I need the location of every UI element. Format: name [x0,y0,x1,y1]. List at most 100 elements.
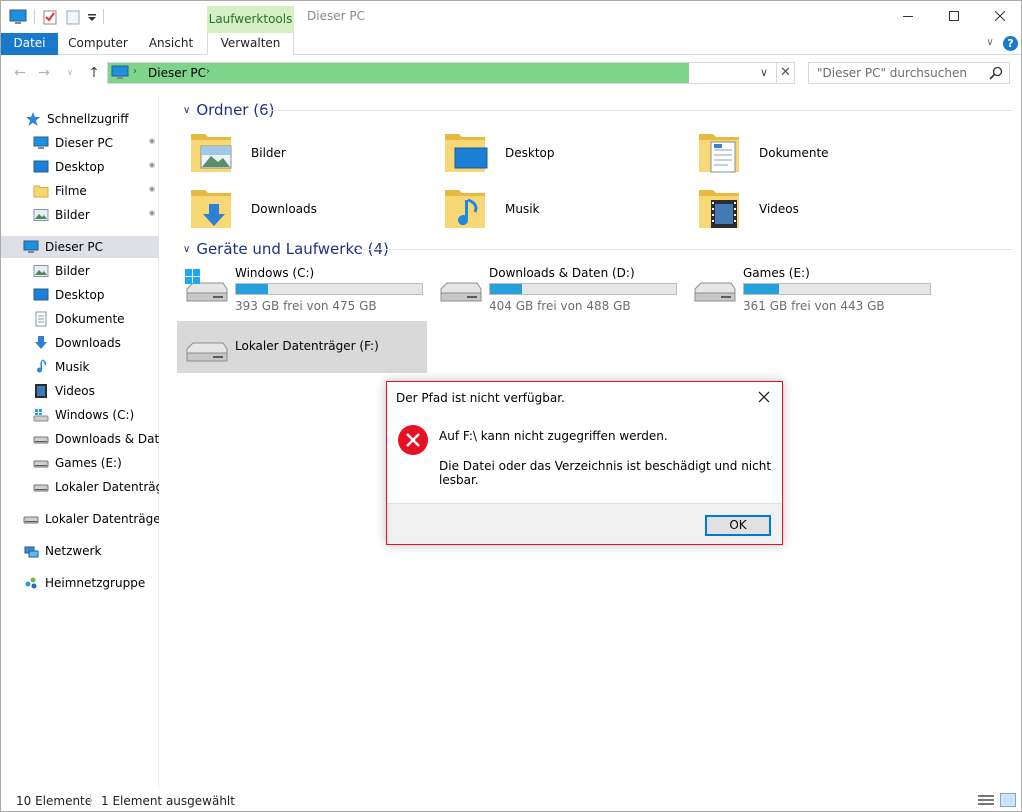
sidebar-item[interactable]: Dieser PC [1,236,159,258]
network-icon [24,546,39,558]
address-history-dropdown-icon[interactable]: ∨ [760,66,768,79]
drive-tile[interactable]: Lokaler Datenträger (F:) [177,321,427,373]
sidebar-item-label: Bilder [55,208,90,222]
drive-icon [33,460,49,468]
drive-tile[interactable]: Downloads & Daten (D:) 404 GB frei von 48… [431,261,681,313]
pin-icon[interactable]: ◉ [149,137,155,145]
tab-datei[interactable]: Datei [1,33,58,55]
pin-icon[interactable]: ◉ [149,209,155,217]
expand-ribbon-icon[interactable]: ∨ [983,36,997,50]
breadcrumb-chevron-icon[interactable]: › [206,66,210,77]
sidebar-item-label: Lokaler Datenträger ( [45,512,159,526]
drive-name: Games (E:) [743,266,810,280]
breadcrumb-chevron-icon[interactable]: › [133,66,137,77]
close-icon[interactable] [755,388,773,406]
sidebar-item-label: Desktop [55,160,105,174]
drive-free-space: 361 GB frei von 443 GB [743,299,885,313]
sidebar-item[interactable]: Heimnetzgruppe [1,572,159,594]
folder-label: Videos [759,202,799,216]
sidebar-item[interactable]: Windows (C:) [1,404,159,426]
drive-icon [440,282,482,302]
error-dialog: Der Pfad ist nicht verfügbar. Auf F:\ ka… [386,381,783,545]
sidebar-item-label: Downloads [55,336,121,350]
pictures-icon [33,209,49,221]
title-bar: Laufwerktools Dieser PC [1,1,1021,33]
ok-button[interactable]: OK [705,515,771,536]
toolbar-separator [103,9,104,24]
sidebar-item-label: Desktop [55,288,105,302]
sidebar-item[interactable]: Downloads [1,332,159,354]
stop-loading-icon[interactable]: ✕ [777,62,795,84]
sidebar-item[interactable]: Filme ◉ [1,180,159,202]
drive-usage-bar [235,283,423,295]
properties-icon[interactable] [42,8,58,26]
sidebar-item[interactable]: Desktop ◉ [1,156,159,178]
sidebar-item[interactable]: Dokumente [1,308,159,330]
folder-tile[interactable]: Dokumente [687,128,937,180]
sidebar-item[interactable]: Bilder ◉ [1,204,159,226]
sidebar-item[interactable]: Desktop [1,284,159,306]
dialog-title: Der Pfad ist nicht verfügbar. [396,391,565,405]
ok-button-label: OK [729,518,747,532]
breadcrumb-item[interactable]: Dieser PC [148,66,206,80]
folder-tile[interactable]: Downloads [179,184,429,236]
tab-verwalten[interactable]: Verwalten [207,33,294,55]
desktop-icon [33,288,49,301]
address-row: ← → ∨ ↑ › Dieser PC › ∨ ✕ "Dieser PC" du… [1,56,1021,90]
folder-label: Musik [505,202,540,216]
pin-icon[interactable]: ◉ [149,161,155,169]
maximize-button[interactable] [931,1,977,31]
sidebar-item-label: Windows (C:) [55,408,135,422]
sidebar-item[interactable]: Downloads & Daten [1,428,159,450]
sidebar-item[interactable]: Schnellzugriff [1,108,159,130]
chevron-down-icon[interactable]: ∨ [183,105,190,116]
folder-tile[interactable]: Videos [687,184,937,236]
details-view-icon[interactable] [978,794,994,806]
context-tab-header: Laufwerktools [207,6,294,33]
forward-arrow-icon[interactable]: → [35,65,53,81]
up-arrow-icon[interactable]: ↑ [85,65,103,81]
sidebar-item[interactable]: Dieser PC ◉ [1,132,159,154]
folder-tile[interactable]: Desktop [433,128,683,180]
homegroup-icon [25,577,37,589]
computer-icon [111,65,129,79]
address-bar[interactable]: › Dieser PC › ∨ [107,62,777,84]
folder-tile[interactable]: Bilder [179,128,429,180]
drive-tile[interactable]: Games (E:) 361 GB frei von 443 GB [685,261,935,313]
search-icon[interactable] [989,66,1003,80]
downloads-folder-icon [191,190,231,228]
minimize-button[interactable] [885,1,931,31]
tab-computer[interactable]: Computer [61,33,135,55]
sidebar-item[interactable]: Musik [1,356,159,378]
help-icon[interactable]: ? [1003,36,1018,51]
documents-folder-icon [699,134,739,173]
folder-label: Bilder [251,146,286,160]
sidebar-item[interactable]: Games (E:) [1,452,159,474]
sidebar-item-label: Filme [55,184,87,198]
drive-tile[interactable]: Windows (C:) 393 GB frei von 475 GB [177,261,427,313]
back-arrow-icon[interactable]: ← [11,65,29,81]
search-input[interactable]: "Dieser PC" durchsuchen [808,62,1010,84]
recent-locations-icon[interactable]: ∨ [64,65,76,81]
new-folder-icon[interactable] [65,8,81,26]
customize-dropdown-icon[interactable] [87,8,97,26]
tiles-view-icon[interactable] [1000,793,1016,807]
sidebar-item-label: Dieser PC [45,240,103,254]
sidebar-item[interactable]: Netzwerk [1,540,159,562]
tab-ansicht[interactable]: Ansicht [140,33,202,55]
folder-tile[interactable]: Musik [433,184,683,236]
drive-free-space: 404 GB frei von 488 GB [489,299,631,313]
sidebar-item[interactable]: Lokaler Datenträger ( [1,508,159,530]
music-folder-icon [445,190,485,228]
chevron-down-icon[interactable]: ∨ [183,244,190,255]
sidebar-item-label: Netzwerk [45,544,102,558]
computer-icon[interactable] [9,8,27,26]
close-button[interactable] [977,1,1022,31]
sidebar-item-label: Heimnetzgruppe [45,576,146,590]
desktop-icon [33,160,49,173]
pin-icon[interactable]: ◉ [149,185,155,193]
sidebar-item[interactable]: Bilder [1,260,159,282]
sidebar-item[interactable]: Videos [1,380,159,402]
sidebar-item[interactable]: Lokaler Datenträger [1,476,159,498]
explorer-window: Laufwerktools Dieser PC Datei Computer A… [0,0,1022,812]
